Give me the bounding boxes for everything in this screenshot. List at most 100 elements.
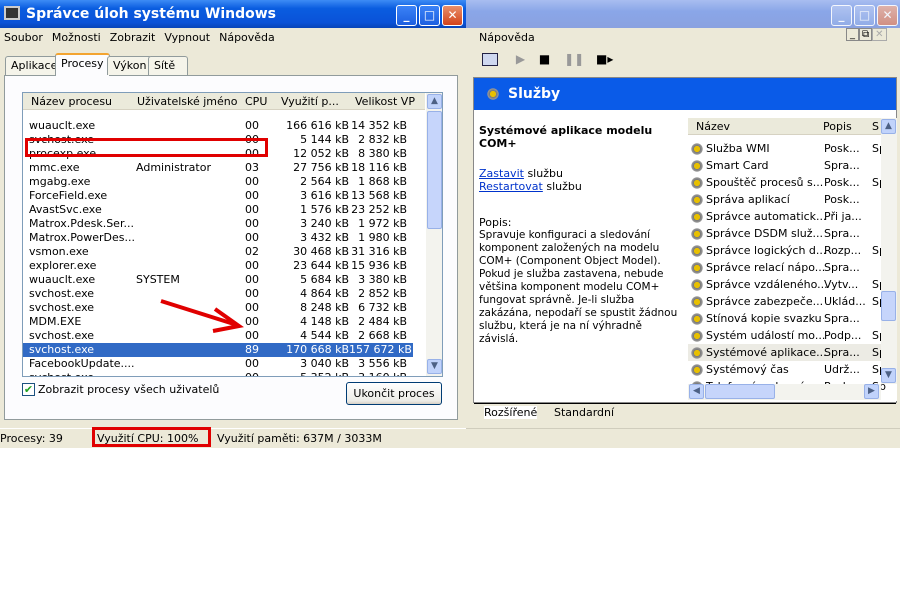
menu-soubor[interactable]: Soubor bbox=[4, 31, 43, 44]
col-name[interactable]: Název procesu bbox=[31, 95, 112, 108]
restart-service-link[interactable]: Restartovat bbox=[479, 180, 543, 193]
services-scroll-thumb[interactable] bbox=[881, 291, 896, 321]
process-vm: 6 732 kB bbox=[358, 301, 407, 314]
col-cpu[interactable]: CPU bbox=[245, 95, 267, 108]
process-row[interactable]: mmc.exe Administrator 03 27 756 kB 18 116 kB bbox=[23, 161, 413, 175]
services-maximize-button[interactable]: □ bbox=[854, 5, 875, 26]
process-row[interactable]: mgabg.exe 00 2 564 kB 1 868 kB bbox=[23, 175, 413, 189]
services-window: _ □ ✕ Nápověda _ ⧉ ✕ ▶ ■ ❚❚ ■▸ Služby Syst… bbox=[466, 0, 900, 448]
process-row[interactable]: AvastSvc.exe 00 1 576 kB 23 252 kB bbox=[23, 203, 413, 217]
service-row[interactable]: Správce zabezpeče... Uklád... Sp bbox=[688, 293, 886, 310]
process-row[interactable]: svchost.exe 005 352 kB3 160 kB bbox=[23, 371, 413, 376]
service-row[interactable]: Služba WMI Posk... Sp bbox=[688, 140, 886, 157]
services-scroll-left[interactable]: ◀ bbox=[689, 384, 704, 399]
service-row[interactable]: Správa aplikací Posk... bbox=[688, 191, 881, 208]
process-vm: 2 484 kB bbox=[358, 315, 407, 328]
pause-service-icon[interactable]: ❚❚ bbox=[564, 52, 584, 66]
process-name: explorer.exe bbox=[29, 259, 97, 272]
process-row[interactable]: explorer.exe 00 23 644 kB 15 936 kB bbox=[23, 259, 413, 273]
start-service-icon[interactable]: ▶ bbox=[516, 52, 525, 66]
service-name: Správce DSDM služ... bbox=[706, 227, 823, 240]
stop-service-icon[interactable]: ■ bbox=[539, 52, 550, 66]
service-gear-icon bbox=[690, 159, 704, 173]
tab-vykon[interactable]: Výkon bbox=[107, 56, 153, 75]
col-user[interactable]: Uživatelské jméno bbox=[137, 95, 237, 108]
service-row[interactable]: Systémový čas Udrž... Sp bbox=[688, 361, 886, 378]
scroll-up-button[interactable]: ▲ bbox=[427, 94, 442, 109]
maximize-button[interactable]: □ bbox=[419, 5, 440, 26]
service-row[interactable]: Správce DSDM služ... Spra... bbox=[688, 225, 881, 242]
menu-vypnout[interactable]: Vypnout bbox=[164, 31, 210, 44]
process-row[interactable]: ForceField.exe 00 3 616 kB 13 568 kB bbox=[23, 189, 413, 203]
services-hscroll-thumb[interactable] bbox=[705, 384, 775, 399]
menu-napoveda[interactable]: Nápověda bbox=[219, 31, 275, 44]
process-row[interactable]: Matrox.PowerDes... 00 3 432 kB 1 980 kB bbox=[23, 231, 413, 245]
service-row[interactable]: Správce logických d... Rozp... Sp bbox=[688, 242, 886, 259]
service-row[interactable]: Správce automatick... Při ja... bbox=[688, 208, 881, 225]
stop-service-link[interactable]: Zastavit bbox=[479, 167, 524, 180]
tab-site[interactable]: Sítě bbox=[148, 56, 188, 75]
service-row[interactable]: Systém událostí mo... Podp... Sp bbox=[688, 327, 886, 344]
service-desc: Vytv... bbox=[824, 278, 859, 291]
mdi-restore-button[interactable]: ⧉ bbox=[859, 28, 873, 41]
process-row[interactable]: wuauclt.exe 00 166 616 kB 14 352 kB bbox=[23, 119, 413, 133]
process-name: vsmon.exe bbox=[29, 245, 89, 258]
restart-service-icon[interactable]: ■▸ bbox=[596, 52, 613, 66]
service-name: Správce relací nápo... bbox=[706, 261, 826, 274]
col-mem[interactable]: Využití p... bbox=[281, 95, 339, 108]
col-popis[interactable]: Popis bbox=[823, 120, 852, 133]
services-scroll-right[interactable]: ▶ bbox=[864, 384, 879, 399]
service-row[interactable]: Správce vzdáleného... Vytv... Sp bbox=[688, 276, 886, 293]
process-row[interactable]: vsmon.exe 02 30 468 kB 31 316 kB bbox=[23, 245, 413, 259]
mdi-close-button[interactable]: ✕ bbox=[872, 28, 887, 41]
service-gear-icon bbox=[690, 193, 704, 207]
process-mem: 5 352 kB bbox=[259, 371, 349, 376]
show-all-users-checkbox[interactable]: ✔ bbox=[22, 383, 35, 396]
process-cpu: 02 bbox=[245, 245, 259, 258]
service-row[interactable]: Smart Card Spra... bbox=[688, 157, 881, 174]
show-hide-tree-icon[interactable] bbox=[482, 53, 498, 66]
process-vm: 3 380 kB bbox=[358, 273, 407, 286]
process-name: mmc.exe bbox=[29, 161, 80, 174]
services-titlebar[interactable]: _ □ ✕ bbox=[466, 0, 900, 28]
process-row[interactable]: wuauclt.exe SYSTEM 00 5 684 kB 3 380 kB bbox=[23, 273, 413, 287]
service-row[interactable]: Systémové aplikace... Spra... Sp bbox=[688, 344, 886, 361]
process-mem: 170 668 kB bbox=[286, 343, 349, 356]
services-close-button[interactable]: ✕ bbox=[877, 5, 898, 26]
col-stav[interactable]: S bbox=[872, 120, 879, 133]
scroll-down-button[interactable]: ▼ bbox=[427, 359, 442, 374]
services-scroll-up[interactable]: ▲ bbox=[881, 119, 896, 134]
services-menu-help[interactable]: Nápověda bbox=[479, 31, 535, 44]
end-process-button[interactable]: Ukončit proces bbox=[346, 382, 442, 405]
tab-procesy[interactable]: Procesy bbox=[55, 53, 110, 76]
process-mem: 4 544 kB bbox=[300, 329, 349, 342]
mdi-minimize-button[interactable]: _ bbox=[846, 28, 859, 41]
services-list[interactable]: Název Popis S Služba WMI Posk... Sp Smart C… bbox=[688, 118, 897, 401]
service-row[interactable]: Spouštěč procesů s... Posk... Sp bbox=[688, 174, 886, 191]
scroll-thumb[interactable] bbox=[427, 111, 442, 229]
task-manager-titlebar[interactable]: Správce úloh systému Windows _ □ ✕ bbox=[0, 0, 466, 28]
menu-zobrazit[interactable]: Zobrazit bbox=[110, 31, 156, 44]
menu-moznosti[interactable]: Možnosti bbox=[52, 31, 101, 44]
services-hscrollbar[interactable]: ◀ ▶ bbox=[688, 384, 881, 400]
show-all-users-label[interactable]: Zobrazit procesy všech uživatelů bbox=[38, 383, 219, 396]
service-gear-icon bbox=[690, 363, 704, 377]
tab-rozsirene[interactable]: Rozšířené bbox=[484, 406, 538, 419]
services-minimize-button[interactable]: _ bbox=[831, 5, 852, 26]
col-vm[interactable]: Velikost VP bbox=[355, 95, 415, 108]
process-list-scrollbar[interactable]: ▲ ▼ bbox=[426, 93, 442, 376]
close-button[interactable]: ✕ bbox=[442, 5, 463, 26]
service-desc: Udrž... bbox=[824, 363, 860, 376]
tab-standardni[interactable]: Standardní bbox=[554, 406, 614, 419]
process-name: ForceField.exe bbox=[29, 189, 108, 202]
services-vscrollbar[interactable]: ▲ ▼ bbox=[881, 118, 897, 384]
services-scroll-down[interactable]: ▼ bbox=[881, 368, 896, 383]
process-row[interactable]: Matrox.Pdesk.Ser... 00 3 240 kB 1 972 kB bbox=[23, 217, 413, 231]
col-nazev[interactable]: Název bbox=[696, 120, 730, 133]
process-row[interactable]: svchost.exe 89 170 668 kB 157 672 kB bbox=[23, 343, 413, 357]
service-row[interactable]: Správce relací nápo... Spra... bbox=[688, 259, 881, 276]
process-row[interactable]: FacebookUpdate.... 00 3 040 kB 3 556 kB bbox=[23, 357, 413, 371]
procexp-highlight-box bbox=[25, 138, 268, 157]
minimize-button[interactable]: _ bbox=[396, 5, 417, 26]
service-row[interactable]: Stínová kopie svazku Spra... bbox=[688, 310, 881, 327]
